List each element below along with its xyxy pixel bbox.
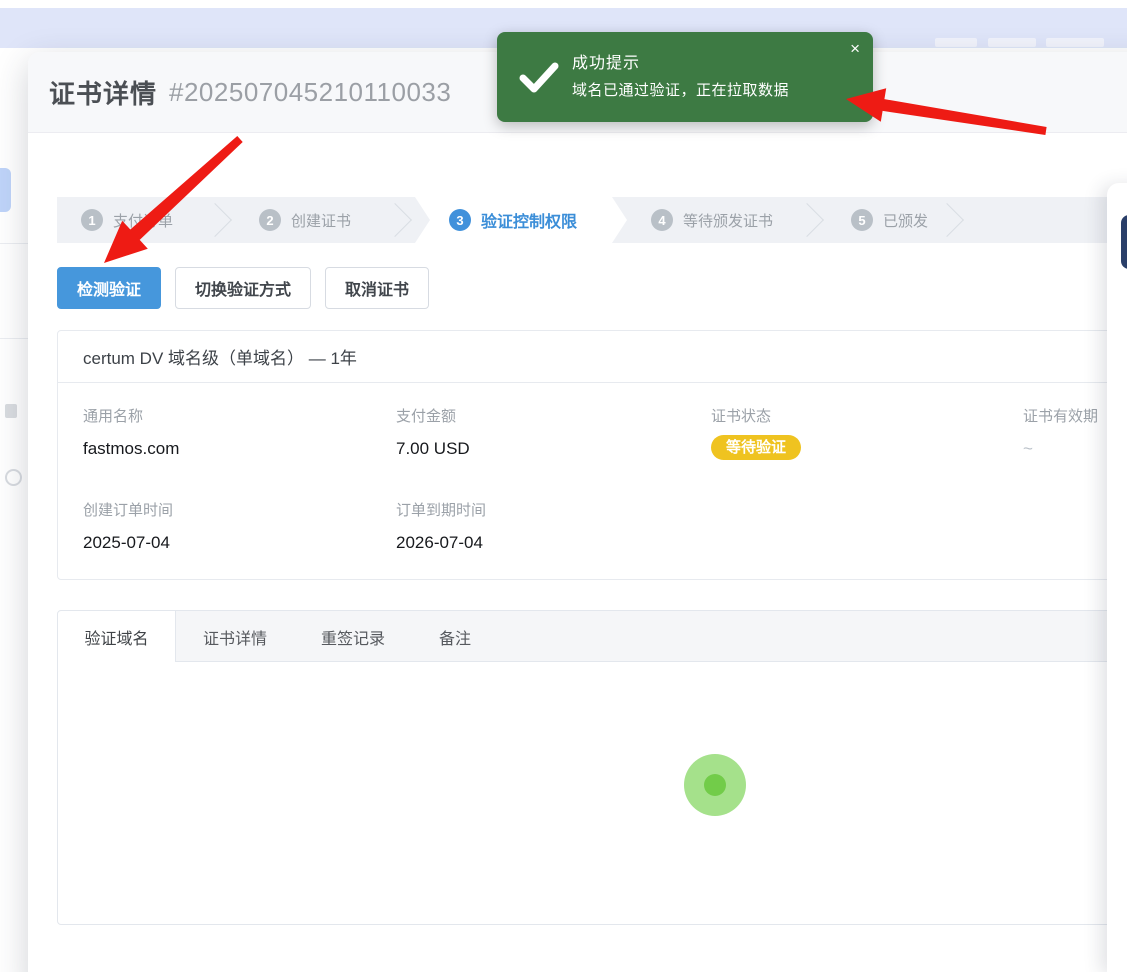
background-header-remnant bbox=[988, 38, 1036, 47]
step-number: 3 bbox=[449, 209, 471, 231]
step-number: 1 bbox=[81, 209, 103, 231]
background-header-remnant bbox=[935, 38, 977, 47]
screen: 证书详情 #202507045210110033 1 支付订单 2 创建证书 3… bbox=[0, 0, 1127, 972]
background-divider bbox=[0, 338, 28, 339]
field-pay-amount-value: 7.00 USD bbox=[396, 439, 470, 459]
background-divider bbox=[0, 243, 28, 244]
chevron-separator-icon bbox=[378, 203, 412, 237]
tab-remark[interactable]: 备注 bbox=[412, 611, 498, 662]
step-create-cert: 2 创建证书 bbox=[235, 197, 415, 243]
step-wizard: 1 支付订单 2 创建证书 3 验证控制权限 4 等待颁发证书 5 已颁发 bbox=[57, 197, 1127, 243]
step-number: 4 bbox=[651, 209, 673, 231]
tab-resign-record[interactable]: 重签记录 bbox=[294, 611, 412, 662]
side-panel-button[interactable] bbox=[1121, 215, 1127, 269]
step-verify-control: 3 验证控制权限 bbox=[415, 197, 627, 243]
check-icon bbox=[519, 62, 559, 94]
toolbar: 检测验证 切换验证方式 取消证书 bbox=[57, 267, 429, 309]
field-order-created-value: 2025-07-04 bbox=[83, 533, 170, 553]
step-label: 创建证书 bbox=[291, 210, 351, 231]
side-panel bbox=[1107, 183, 1127, 972]
switch-verification-method-button[interactable]: 切换验证方式 bbox=[175, 267, 311, 309]
field-cert-validity-label: 证书有效期 bbox=[1023, 405, 1098, 426]
field-common-name-value: fastmos.com bbox=[83, 439, 179, 459]
success-toast: 成功提示 域名已通过验证，正在拉取数据 × bbox=[497, 32, 873, 122]
tab-cert-detail[interactable]: 证书详情 bbox=[176, 611, 294, 662]
chevron-separator-icon bbox=[930, 203, 964, 237]
field-order-expires-value: 2026-07-04 bbox=[396, 533, 483, 553]
loading-spinner-icon bbox=[684, 754, 746, 816]
certificate-detail-modal: 证书详情 #202507045210110033 1 支付订单 2 创建证书 3… bbox=[28, 52, 1127, 972]
tab-bar: 验证域名 证书详情 重签记录 备注 bbox=[58, 611, 1127, 662]
close-icon[interactable]: × bbox=[850, 40, 860, 57]
field-cert-validity-value: ~ bbox=[1023, 439, 1033, 459]
background-header-remnant bbox=[1046, 38, 1104, 47]
step-wait-issue: 4 等待颁发证书 bbox=[627, 197, 827, 243]
toast-title: 成功提示 bbox=[572, 49, 640, 73]
field-order-created-label: 创建订单时间 bbox=[83, 499, 173, 520]
background-text-remnant bbox=[5, 404, 17, 418]
cancel-certificate-button[interactable]: 取消证书 bbox=[325, 267, 429, 309]
step-label: 支付订单 bbox=[113, 210, 173, 231]
step-pay-order: 1 支付订单 bbox=[57, 197, 235, 243]
field-cert-status-label: 证书状态 bbox=[711, 405, 771, 426]
chevron-separator-icon bbox=[790, 203, 824, 237]
field-pay-amount-label: 支付金额 bbox=[396, 405, 456, 426]
tab-verify-domain[interactable]: 验证域名 bbox=[58, 611, 176, 662]
cert-status-badge: 等待验证 bbox=[711, 435, 801, 460]
step-label: 验证控制权限 bbox=[481, 208, 577, 232]
order-number: #202507045210110033 bbox=[169, 77, 451, 108]
detail-tabs-panel: 验证域名 证书详情 重签记录 备注 bbox=[57, 610, 1127, 925]
step-label: 已颁发 bbox=[883, 210, 928, 231]
product-title: certum DV 域名级（单域名） — 1年 bbox=[58, 331, 1127, 383]
certificate-info-card: certum DV 域名级（单域名） — 1年 通用名称 fastmos.com… bbox=[57, 330, 1127, 580]
step-number: 2 bbox=[259, 209, 281, 231]
field-common-name-label: 通用名称 bbox=[83, 405, 143, 426]
background-sidebar-remnant bbox=[0, 168, 11, 212]
step-number: 5 bbox=[851, 209, 873, 231]
step-issued: 5 已颁发 bbox=[827, 197, 967, 243]
field-order-expires-label: 订单到期时间 bbox=[396, 499, 486, 520]
toast-message: 域名已通过验证，正在拉取数据 bbox=[572, 79, 789, 100]
modal-title: 证书详情 bbox=[49, 74, 157, 111]
chevron-separator-icon bbox=[198, 203, 232, 237]
loading-spinner-core bbox=[704, 774, 726, 796]
background-search-icon bbox=[5, 469, 22, 486]
check-verification-button[interactable]: 检测验证 bbox=[57, 267, 161, 309]
step-label: 等待颁发证书 bbox=[683, 210, 773, 231]
